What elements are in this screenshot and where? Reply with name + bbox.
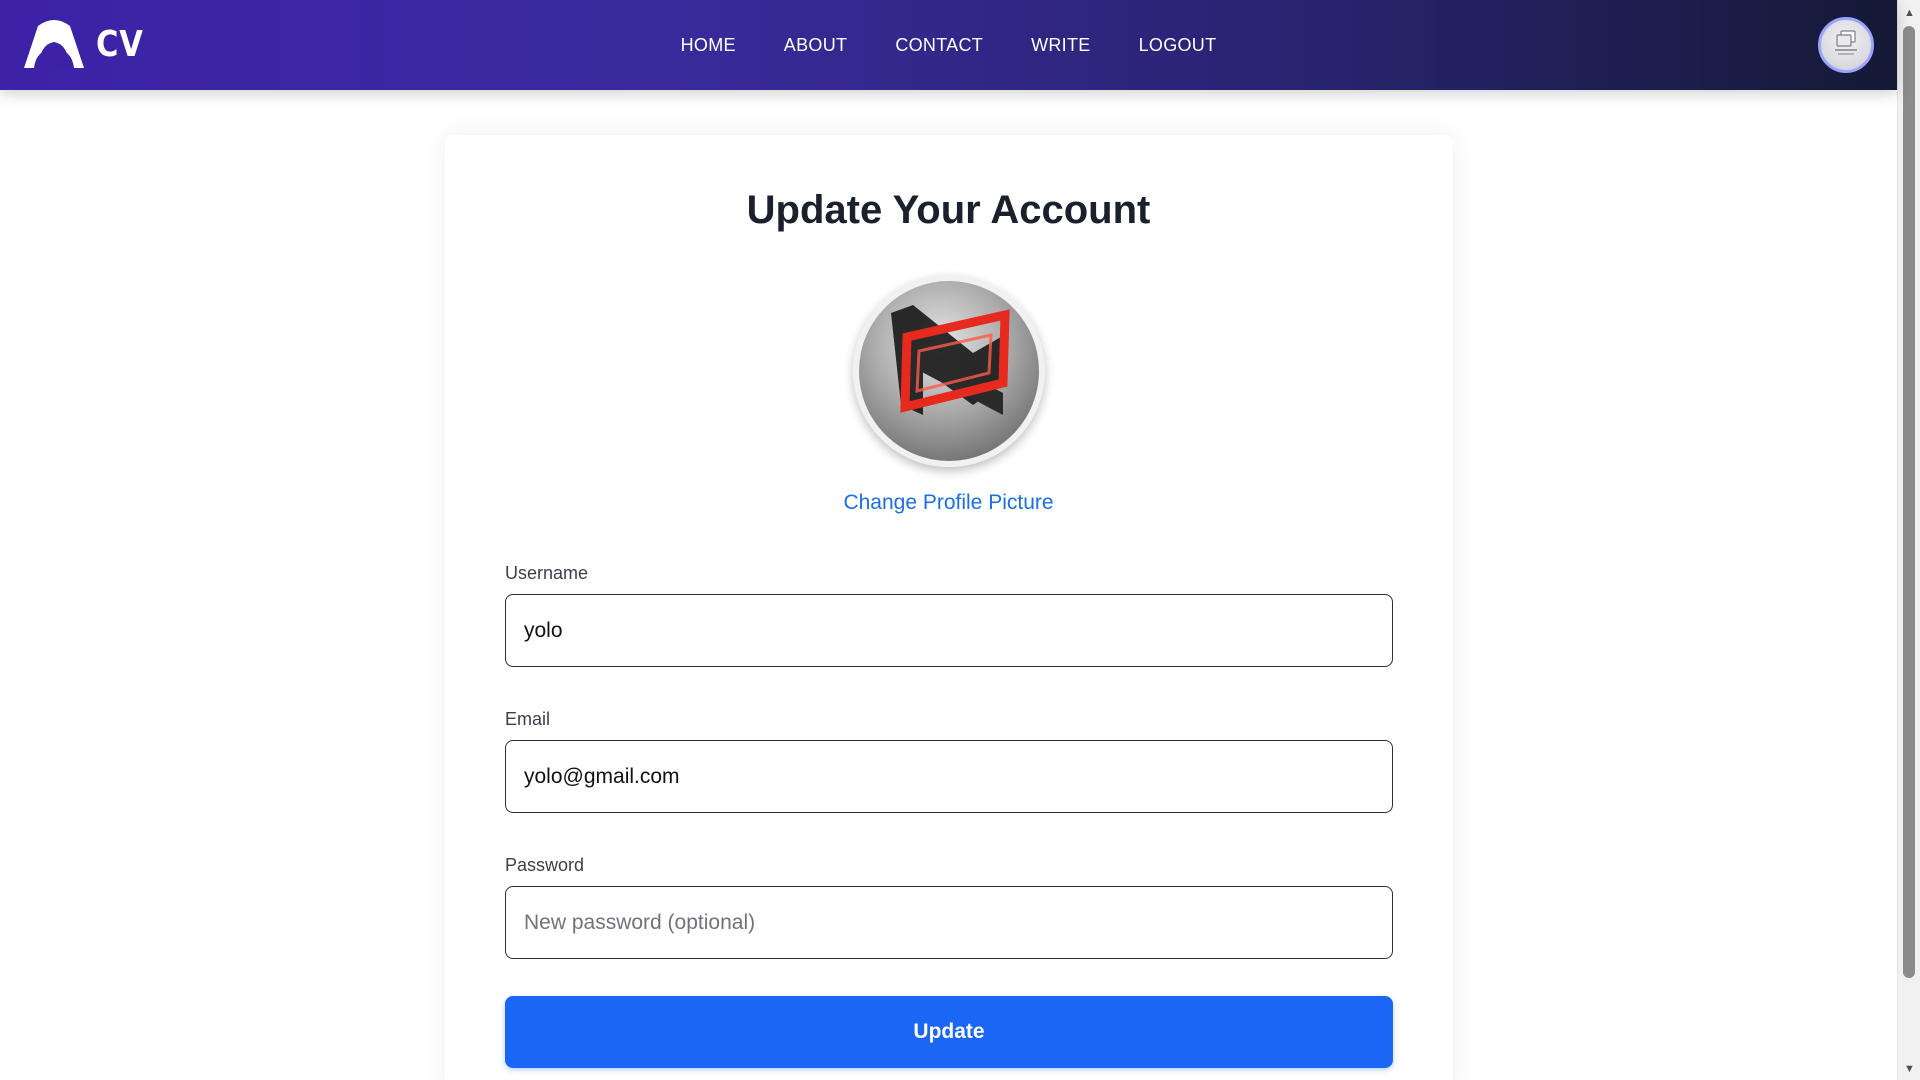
email-label: Email [505, 709, 551, 729]
update-button[interactable]: Update [505, 996, 1393, 1068]
change-profile-picture-label[interactable]: Change Profile Picture [843, 491, 1053, 514]
username-input[interactable] [505, 594, 1393, 667]
email-input[interactable] [505, 740, 1393, 813]
nav-about-link[interactable]: ABOUT [784, 35, 848, 55]
scroll-thumb[interactable] [1903, 26, 1915, 978]
nav-logout-link[interactable]: LOGOUT [1139, 35, 1217, 55]
page-scrollbar[interactable]: ▲ ▼ [1897, 0, 1920, 1080]
user-avatar[interactable] [1818, 17, 1874, 73]
top-navbar: CV HOME ABOUT CONTACT WRITE LOGOUT [0, 0, 1897, 90]
profile-picture [853, 275, 1045, 467]
username-label: Username [505, 563, 589, 583]
password-input[interactable] [505, 886, 1393, 959]
arch-logo-icon [24, 20, 84, 68]
scroll-down-icon[interactable]: ▼ [1898, 1060, 1920, 1078]
nav-contact-link[interactable]: CONTACT [895, 35, 983, 55]
page-title: Update Your Account [746, 188, 1151, 232]
no-image-avatar-icon [1829, 28, 1863, 63]
brand-name: CV [96, 23, 144, 65]
nav-home-link[interactable]: HOME [681, 35, 736, 55]
password-label: Password [505, 855, 585, 875]
change-profile-picture-link[interactable]: Change Profile Picture [0, 491, 1897, 515]
scroll-up-icon[interactable]: ▲ [1898, 4, 1920, 22]
nav-write-link[interactable]: WRITE [1031, 35, 1091, 55]
main-nav: HOME ABOUT CONTACT WRITE LOGOUT [0, 0, 1897, 90]
brand[interactable]: CV [24, 20, 152, 68]
